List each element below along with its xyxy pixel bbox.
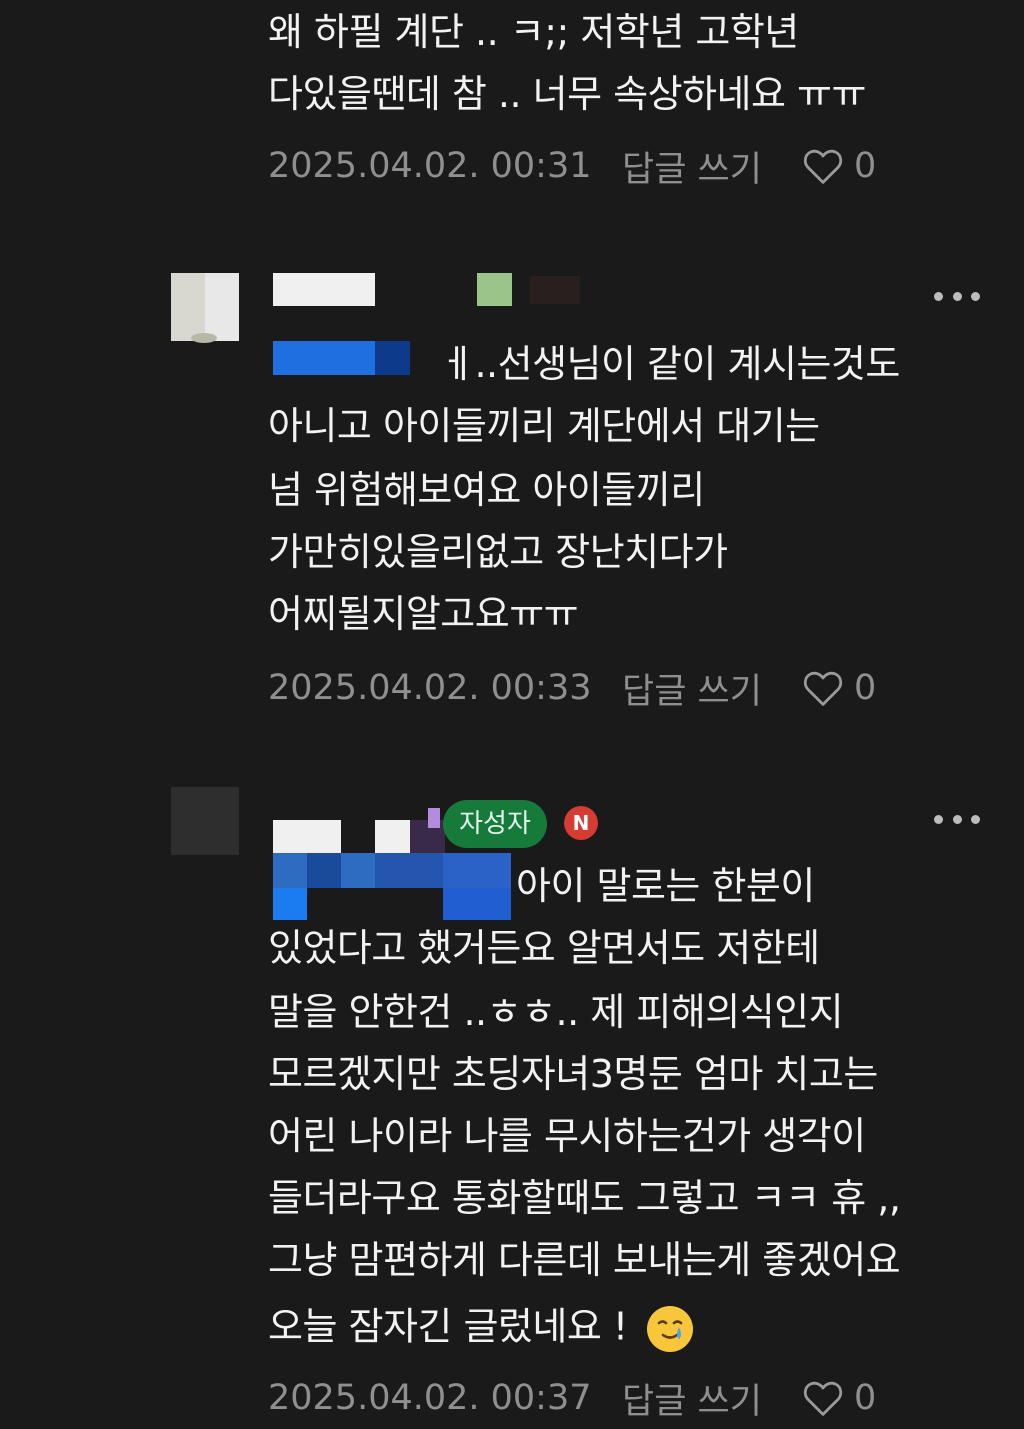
comment-text-line: 어린 나이라 나를 무시하는건가 생각이 <box>268 1114 866 1158</box>
comment-text-line: 아니고 아이들끼리 계단에서 대기는 <box>268 404 820 448</box>
redacted-username <box>273 820 341 853</box>
comment-date: 2025.04.02. 00:33 <box>268 668 592 708</box>
comment-date: 2025.04.02. 00:37 <box>268 1378 592 1418</box>
comment-text-line: 있었다고 했거든요 알면서도 저한테 <box>268 926 820 970</box>
like-button[interactable]: 0 <box>802 1378 876 1418</box>
redacted-mention <box>375 853 443 888</box>
redacted-mention <box>273 888 307 920</box>
comment-text-line: 아이 말로는 한분이 <box>516 864 815 908</box>
reply-button[interactable]: 답글 쓰기 <box>622 141 802 192</box>
comment-text-line: 말을 안한건 ..ㅎㅎ.. 제 피해의식인지 <box>268 990 844 1034</box>
redacted-mention <box>443 853 511 888</box>
comment-date: 2025.04.02. 00:31 <box>268 146 592 186</box>
redacted-mention <box>443 888 511 920</box>
redacted-mention <box>307 853 341 888</box>
comment-meta: 2025.04.02. 00:37 답글 쓰기 0 <box>268 1376 876 1422</box>
heart-icon <box>803 671 843 706</box>
avatar[interactable] <box>171 273 239 343</box>
heart-icon <box>803 149 843 184</box>
comment-text-line: 넘 위험해보여요 아이들끼리 <box>268 468 705 512</box>
comment-meta: 2025.04.02. 00:33 답글 쓰기 0 <box>268 666 876 712</box>
redacted-mention <box>375 341 410 375</box>
comment-text-line: 들더라구요 통화할때도 그렇고 ㅋㅋ 휴 ,, <box>268 1176 901 1220</box>
comment-text: 오늘 잠자긴 글렀네요 ! <box>268 1304 628 1349</box>
redacted-username <box>375 820 410 853</box>
comment-text-line: 가만히있을리없고 장난치다가 <box>268 530 728 574</box>
author-badge: 자성자 <box>443 800 547 848</box>
like-button[interactable]: 0 <box>802 146 876 186</box>
comment-text-line: 왜 하필 계단 .. ㅋ;; 저학년 고학년 <box>268 10 799 54</box>
avatar[interactable] <box>171 787 239 855</box>
comment-text-line-last: 오늘 잠자긴 글렀네요 ! <box>268 1304 695 1354</box>
more-options-icon[interactable] <box>934 289 980 303</box>
like-count: 0 <box>854 146 877 186</box>
redacted-block <box>530 276 580 304</box>
comment-text-line: 다있을땐데 참 .. 너무 속상하네요 ㅠㅠ <box>268 72 866 116</box>
heart-icon <box>803 1381 843 1416</box>
crying-smile-emoji <box>647 1306 694 1352</box>
comment-text-line: 그냥 맘편하게 다른데 보내는게 좋겠어요 <box>268 1238 901 1282</box>
redacted-username <box>273 273 375 306</box>
new-badge: N <box>564 806 598 840</box>
comment-text-line: 모르겠지만 초딩자녀3명둔 엄마 치고는 <box>268 1052 878 1096</box>
redacted-block <box>428 808 440 828</box>
comment-text-line: 어찌될지알고요ㅠㅠ <box>268 592 579 636</box>
redacted-mention <box>273 341 375 375</box>
like-button[interactable]: 0 <box>802 668 876 708</box>
more-options-icon[interactable] <box>934 812 980 826</box>
comment-meta: 2025.04.02. 00:31 답글 쓰기 0 <box>268 144 876 190</box>
like-count: 0 <box>854 668 877 708</box>
redacted-level-icon <box>477 273 512 306</box>
reply-button[interactable]: 답글 쓰기 <box>622 663 802 714</box>
like-count: 0 <box>854 1378 877 1418</box>
reply-button[interactable]: 답글 쓰기 <box>622 1373 802 1424</box>
comment-text-line: ㅔ..선생님이 같이 계시는것도 <box>440 342 900 386</box>
